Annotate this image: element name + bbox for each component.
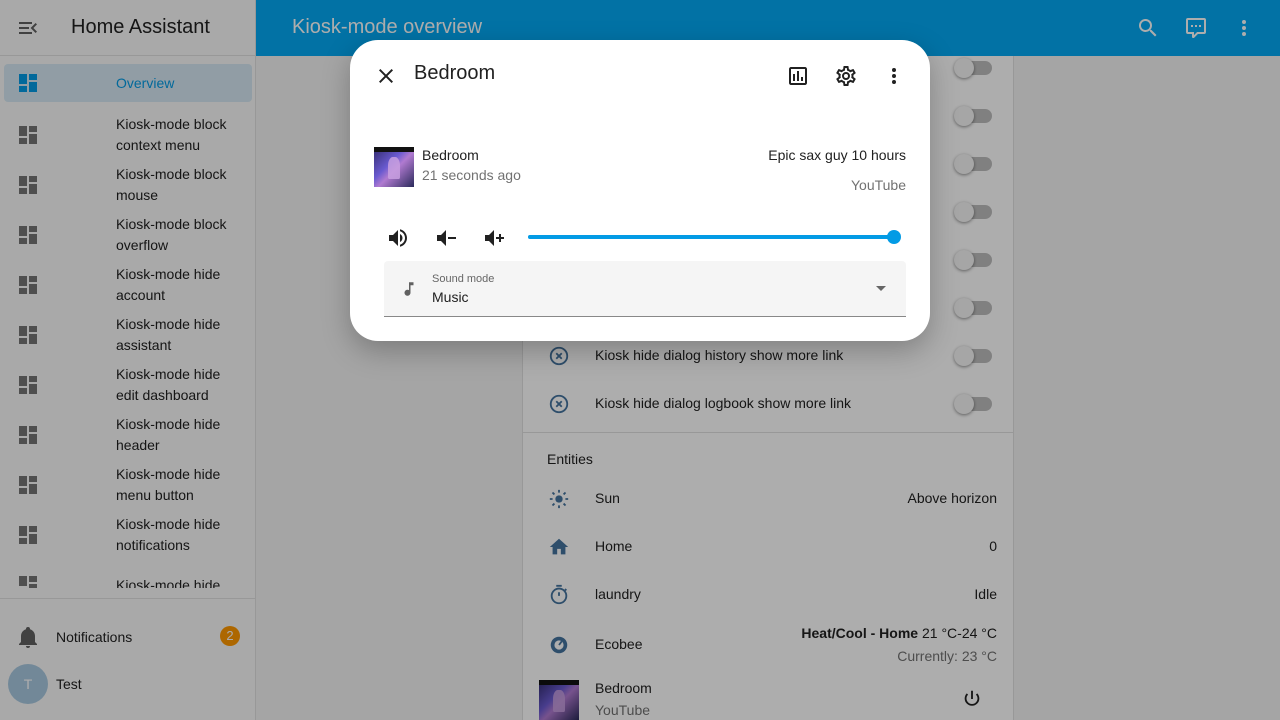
dropdown-caret-icon [876,286,886,291]
more-info-dialog: Bedroom Bedroom 21 seconds ago Epic sax … [350,40,930,341]
close-button[interactable] [374,64,398,88]
volume-slider[interactable] [528,230,901,244]
close-icon [379,69,393,83]
dialog-title: Bedroom [414,62,496,84]
media-title: Epic sax guy 10 hours [768,147,906,163]
sound-mode-value: Music [432,289,469,305]
player-name: Bedroom [422,147,479,163]
settings-button[interactable] [834,64,858,88]
volume-down-button[interactable] [434,226,458,250]
media-app-name: YouTube [850,177,906,193]
history-button[interactable] [786,64,810,88]
volume-plus-icon [485,230,504,246]
last-updated: 21 seconds ago [422,167,521,183]
sound-mode-select[interactable]: Sound mode Music [384,261,906,317]
music-note-icon [404,282,414,296]
volume-high-icon [389,229,407,247]
volume-slider-fill [528,235,894,239]
overflow-menu-icon [892,68,896,84]
gear-icon [836,66,856,86]
volume-up-button[interactable] [482,226,506,250]
media-thumbnail [374,147,414,187]
chart-box-icon [789,67,807,85]
dialog-overflow-button[interactable] [882,64,906,88]
sound-mode-label: Sound mode [432,273,495,285]
mute-button[interactable] [386,226,410,250]
volume-slider-handle[interactable] [887,230,901,244]
volume-minus-icon [437,230,456,246]
